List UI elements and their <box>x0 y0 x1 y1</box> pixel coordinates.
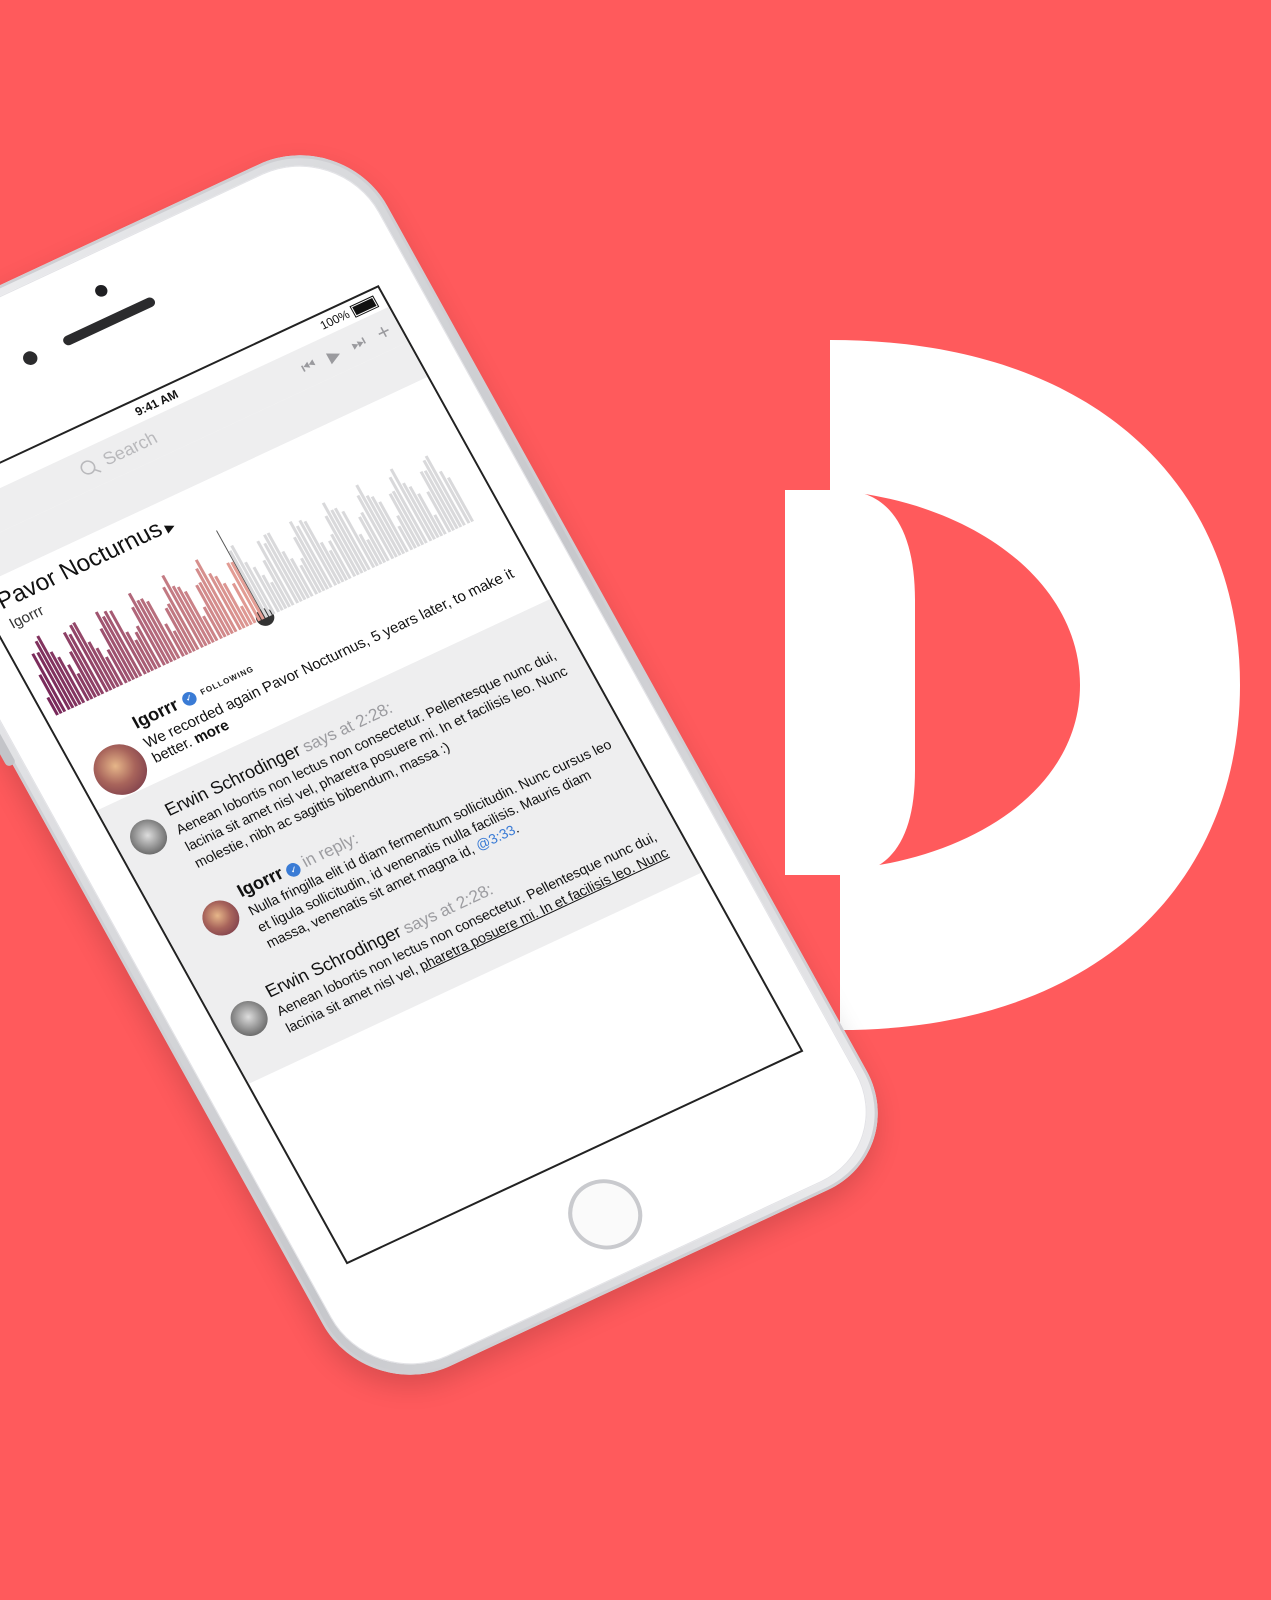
phone-front: ••••• 9:41 AM 100% <box>0 138 898 1392</box>
app-screen: ••••• 9:41 AM 100% <box>0 285 804 1265</box>
phone-mockup: ••••• 9:41 AM 100% <box>0 20 912 1580</box>
phone-body: ••••• 9:41 AM 100% <box>0 125 912 1405</box>
front-camera <box>92 283 110 299</box>
plus-icon[interactable]: + <box>372 318 396 346</box>
commenter-avatar[interactable] <box>123 813 174 861</box>
commenter-avatar[interactable] <box>195 894 246 942</box>
search-icon <box>80 459 102 475</box>
proximity-sensor <box>20 349 40 368</box>
skip-back-icon[interactable]: ⏮ <box>298 356 320 378</box>
verified-icon: ✓ <box>179 689 199 708</box>
skip-forward-icon[interactable]: ⏭ <box>348 333 370 355</box>
play-track-icon[interactable]: ▶ <box>162 519 177 535</box>
earpiece-speaker <box>61 295 157 347</box>
home-button[interactable] <box>555 1167 656 1262</box>
play-icon[interactable]: ▶ <box>324 344 345 367</box>
commenter-avatar[interactable] <box>224 995 275 1043</box>
